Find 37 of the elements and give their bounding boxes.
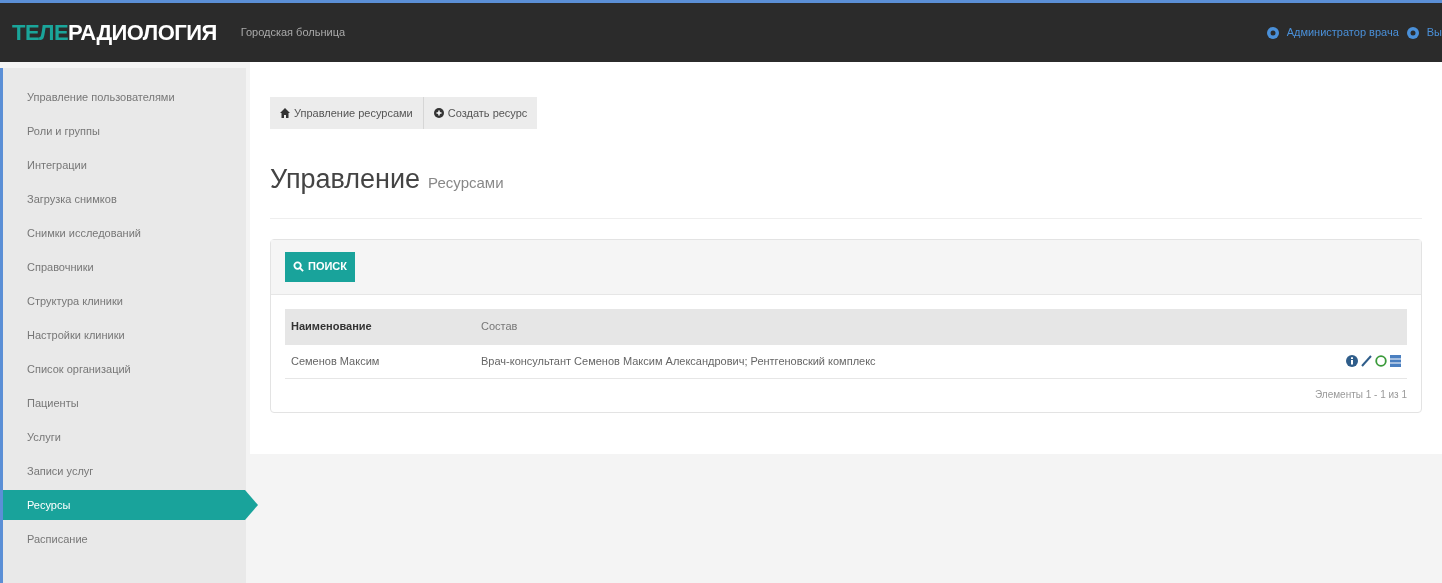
column-header: Наименование [291,320,372,333]
search-icon [293,261,304,272]
logout-link[interactable]: Вы [1426,24,1442,41]
edit-icon[interactable] [1361,355,1372,368]
info-icon[interactable] [1346,355,1358,368]
page-title: Управление [270,163,421,196]
table-cell: Семенов Максим [291,355,380,367]
search-button[interactable]: ПОИСК [285,251,356,282]
page-subtitle: Ресурсами [428,173,504,193]
sidebar-item[interactable]: Структура клиники [3,286,246,316]
sidebar-item[interactable]: Список организаций [3,354,246,384]
plus-circle-icon [433,108,444,118]
sidebar-item[interactable]: Записи услуг [3,456,246,486]
user-link[interactable]: Администратор врача [1286,24,1399,41]
sidebar-item[interactable]: Снимки исследований [3,218,246,248]
circle-icon[interactable] [1375,355,1387,368]
user-icon [1266,26,1279,39]
sidebar-item[interactable]: Справочники [3,252,246,282]
hospital-name: Городская больница [240,25,346,41]
sidebar-item[interactable]: Роли и группы [3,116,246,146]
sidebar-item[interactable]: Настройки клиники [3,320,246,350]
sidebar-item[interactable]: Расписание [3,524,246,554]
logout-icon [1406,26,1419,39]
sidebar-item[interactable]: Услуги [3,422,246,452]
home-tab[interactable]: Управление ресурсами [270,97,423,129]
table-cell: Врач-консультант Семенов Максим Александрович; Рентгеновский комплекс [481,355,876,367]
sidebar-item[interactable]: Загрузка снимков [3,184,246,214]
list-icon[interactable] [1390,355,1401,368]
sidebar-item[interactable]: Пациенты [3,388,246,418]
logo[interactable]: ТЕЛЕРАДИОЛОГИЯ [12,16,217,49]
sidebar-item[interactable]: Управление пользователями [3,82,246,112]
create-button[interactable]: Создать ресурс [422,97,538,129]
column-header: Состав [481,320,518,333]
sidebar-item[interactable]: Интеграции [3,150,246,180]
sidebar-item[interactable]: Ресурсы [3,490,258,520]
home-icon [280,108,290,118]
pager-info: Элементы 1 - 1 из 1 [1314,388,1407,402]
